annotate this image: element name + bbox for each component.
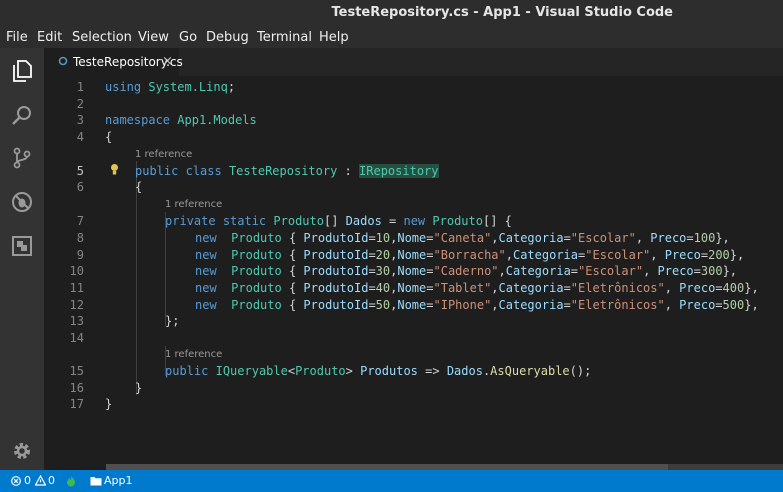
source-control-icon[interactable] bbox=[10, 146, 34, 170]
code-text: new Produto { ProdutoId=30,Nome="Caderno… bbox=[195, 264, 738, 278]
error-count[interactable]: 0 bbox=[24, 474, 31, 487]
close-icon[interactable]: × bbox=[162, 54, 173, 69]
line-number: 11 bbox=[69, 281, 84, 295]
title-bar: TesteRepository.cs - App1 - Visual Studi… bbox=[0, 0, 783, 26]
code-line: 17 } bbox=[44, 396, 783, 413]
status-bar: 0 0 App1 bbox=[0, 470, 783, 492]
flame-icon[interactable] bbox=[66, 475, 76, 487]
menu-terminal[interactable]: Terminal bbox=[257, 30, 312, 45]
window-title: TesteRepository.cs - App1 - Visual Studi… bbox=[331, 5, 674, 20]
code-text: public IQueryable<Produto> Produtos => D… bbox=[165, 364, 592, 378]
line-number: 14 bbox=[69, 331, 84, 345]
code-line: 11 new Produto { ProdutoId=40,Nome="Tabl… bbox=[44, 280, 783, 297]
code-editor[interactable]: 1 using System.Linq; 2 3 namespace App1.… bbox=[44, 76, 783, 464]
line-number: 16 bbox=[69, 381, 84, 395]
code-line: 1 using System.Linq; bbox=[44, 79, 783, 96]
code-text: } bbox=[135, 381, 143, 395]
line-number: 13 bbox=[69, 314, 84, 328]
code-text: { bbox=[135, 180, 143, 194]
code-text: }; bbox=[165, 314, 180, 328]
code-line: 14 bbox=[44, 330, 783, 347]
warning-icon[interactable] bbox=[35, 475, 46, 486]
code-text: public class TesteRepository : IReposito… bbox=[135, 164, 439, 178]
code-text: private static Produto[] Dados = new Pro… bbox=[165, 214, 512, 228]
code-text: namespace App1.Models bbox=[105, 113, 257, 127]
line-number: 17 bbox=[69, 397, 84, 411]
line-number: 15 bbox=[69, 364, 84, 378]
folder-name[interactable]: App1 bbox=[104, 474, 133, 487]
code-line-current: 5 public class TesteRepository : IReposi… bbox=[44, 163, 783, 180]
tab-testerepository[interactable]: TesteRepository.cs × bbox=[44, 48, 183, 76]
line-number: 1 bbox=[76, 80, 84, 94]
code-line: 6 { bbox=[44, 179, 783, 196]
error-icon[interactable] bbox=[11, 476, 21, 486]
menu-debug[interactable]: Debug bbox=[206, 30, 249, 45]
line-number: 9 bbox=[76, 248, 84, 262]
code-line: 16 } bbox=[44, 380, 783, 397]
line-number: 2 bbox=[76, 97, 84, 111]
line-number: 3 bbox=[76, 113, 84, 127]
line-number: 4 bbox=[76, 130, 84, 144]
menu-selection[interactable]: Selection bbox=[72, 30, 132, 45]
menu-edit[interactable]: Edit bbox=[37, 30, 62, 45]
explorer-icon[interactable] bbox=[10, 59, 34, 83]
activity-bar bbox=[0, 48, 44, 470]
line-number: 12 bbox=[69, 298, 84, 312]
tab-bar: TesteRepository.cs × bbox=[44, 48, 783, 76]
warning-count[interactable]: 0 bbox=[48, 474, 55, 487]
codelens-reference[interactable]: 1 reference bbox=[135, 149, 192, 163]
code-line: 2 bbox=[44, 96, 783, 113]
menu-bar: File Edit Selection View Go Debug Termin… bbox=[0, 26, 783, 48]
folder-icon bbox=[90, 477, 102, 486]
code-text: new Produto { ProdutoId=20,Nome="Borrach… bbox=[195, 248, 745, 262]
csharp-file-icon bbox=[58, 56, 68, 66]
code-line: 15 public IQueryable<Produto> Produtos =… bbox=[44, 363, 783, 380]
code-line: 9 new Produto { ProdutoId=20,Nome="Borra… bbox=[44, 247, 783, 264]
menu-file[interactable]: File bbox=[6, 30, 28, 45]
line-number: 5 bbox=[76, 164, 84, 178]
code-line: 12 new Produto { ProdutoId=50,Nome="IPho… bbox=[44, 297, 783, 314]
code-text: { bbox=[105, 130, 113, 144]
line-number: 10 bbox=[69, 264, 84, 278]
codelens-reference[interactable]: 1 reference bbox=[165, 199, 222, 213]
code-line: 13 }; bbox=[44, 313, 783, 330]
line-number: 6 bbox=[76, 180, 84, 194]
code-line: 7 private static Produto[] Dados = new P… bbox=[44, 213, 783, 230]
gear-icon[interactable] bbox=[10, 439, 34, 463]
menu-go[interactable]: Go bbox=[179, 30, 197, 45]
debug-icon[interactable] bbox=[10, 190, 34, 214]
code-line: 4 { bbox=[44, 129, 783, 146]
line-number: 8 bbox=[76, 231, 84, 245]
code-text: new Produto { ProdutoId=50,Nome="IPhone"… bbox=[195, 298, 759, 312]
menu-view[interactable]: View bbox=[138, 30, 169, 45]
codelens-reference[interactable]: 1 reference bbox=[165, 349, 222, 363]
code-line: 3 namespace App1.Models bbox=[44, 112, 783, 129]
menu-help[interactable]: Help bbox=[319, 30, 349, 45]
code-text: new Produto { ProdutoId=40,Nome="Tablet"… bbox=[195, 281, 759, 295]
code-text: using System.Linq; bbox=[105, 80, 236, 94]
search-icon[interactable] bbox=[10, 104, 34, 128]
line-number: 7 bbox=[76, 214, 84, 228]
extensions-icon[interactable] bbox=[10, 234, 34, 258]
code-text: } bbox=[105, 397, 113, 411]
code-line: 10 new Produto { ProdutoId=30,Nome="Cade… bbox=[44, 263, 783, 280]
code-text: new Produto { ProdutoId=10,Nome="Caneta"… bbox=[195, 231, 730, 245]
code-line: 8 new Produto { ProdutoId=10,Nome="Canet… bbox=[44, 230, 783, 247]
